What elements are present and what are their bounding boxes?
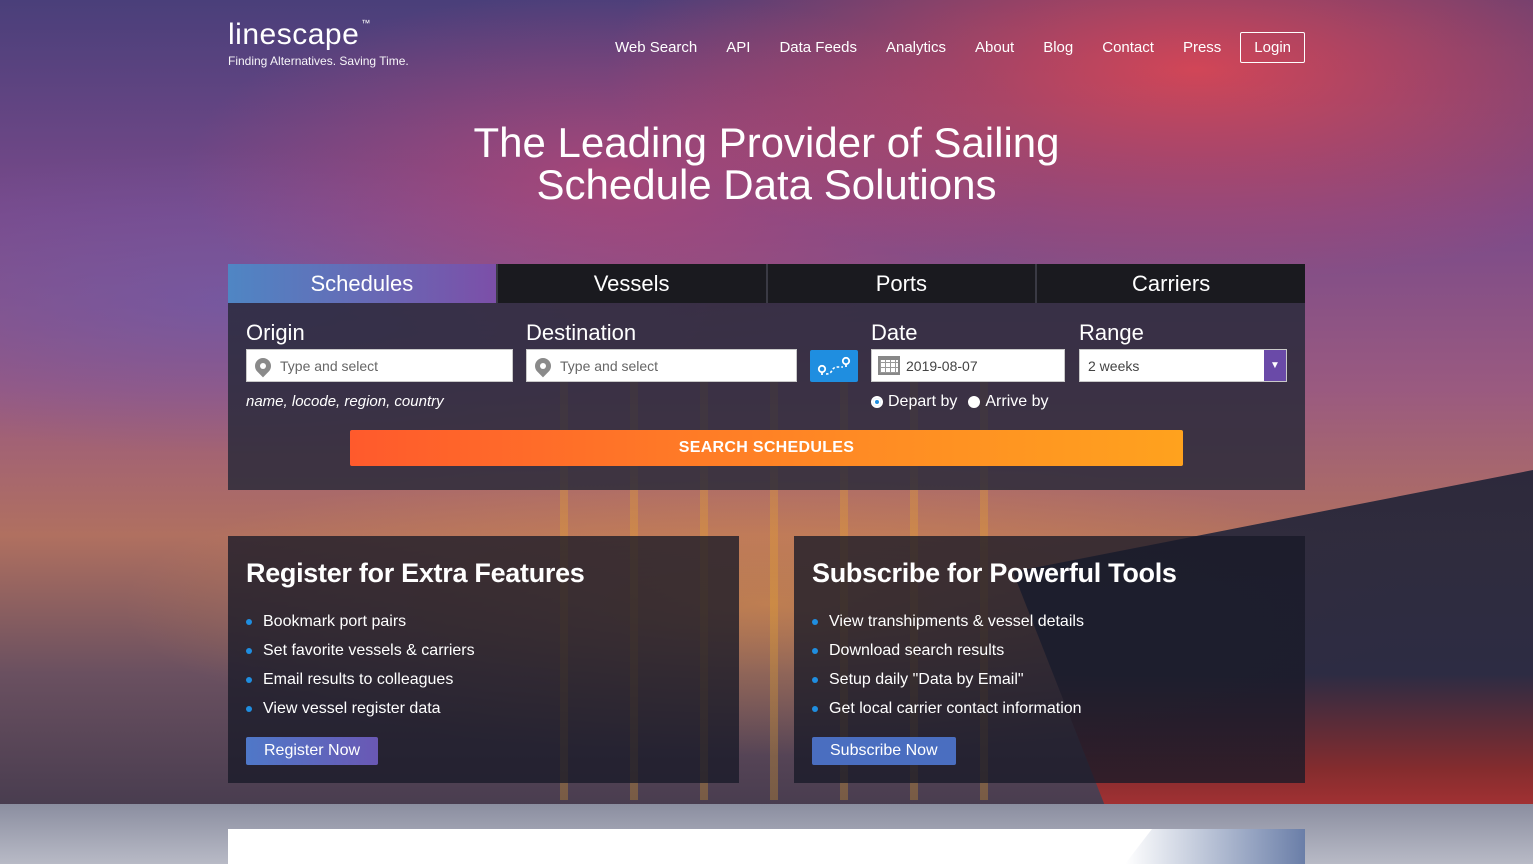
location-pin-icon bbox=[251, 354, 275, 377]
register-feature-list: Bookmark port pairs Set favorite vessels… bbox=[246, 607, 721, 723]
tab-schedules[interactable]: Schedules bbox=[228, 264, 496, 303]
destination-input[interactable]: Type and select bbox=[526, 349, 797, 382]
main-nav: Web Search API Data Feeds Analytics Abou… bbox=[586, 32, 1305, 63]
search-tabs: Schedules Vessels Ports Carriers bbox=[228, 264, 1305, 303]
subscribe-feature-list: View transhipments & vessel details Down… bbox=[812, 607, 1287, 723]
arrive-by-radio[interactable]: Arrive by bbox=[968, 393, 1049, 411]
origin-hint: name, locode, region, country bbox=[246, 393, 444, 410]
list-item: Setup daily "Data by Email" bbox=[812, 665, 1287, 694]
nav-press[interactable]: Press bbox=[1183, 39, 1221, 56]
nav-web-search[interactable]: Web Search bbox=[615, 39, 697, 56]
hero-title-line-1: The Leading Provider of Sailing bbox=[473, 119, 1060, 166]
logo-trademark: ™ bbox=[361, 18, 371, 28]
origin-placeholder: Type and select bbox=[280, 357, 379, 374]
list-item: Set favorite vessels & carriers bbox=[246, 636, 721, 665]
date-mode-radios: Depart by Arrive by bbox=[871, 393, 1060, 411]
login-button[interactable]: Login bbox=[1240, 32, 1305, 63]
radio-unselected-icon bbox=[968, 396, 981, 408]
list-item: Bookmark port pairs bbox=[246, 607, 721, 636]
calendar-icon bbox=[878, 356, 900, 375]
nav-data-feeds[interactable]: Data Feeds bbox=[779, 39, 857, 56]
chevron-down-icon: ▼ bbox=[1264, 350, 1286, 381]
nav-blog[interactable]: Blog bbox=[1043, 39, 1073, 56]
range-label: Range bbox=[1079, 320, 1144, 345]
date-value: 2019-08-07 bbox=[906, 357, 978, 374]
nav-analytics[interactable]: Analytics bbox=[886, 39, 946, 56]
tab-carriers[interactable]: Carriers bbox=[1035, 264, 1305, 303]
hero-title: The Leading Provider of Sailing Schedule… bbox=[0, 122, 1533, 206]
location-pin-icon bbox=[531, 354, 555, 377]
range-value: 2 weeks bbox=[1088, 357, 1140, 374]
schedule-search-form: Origin Type and select name, locode, reg… bbox=[228, 303, 1305, 490]
logo-name: linescape bbox=[228, 18, 360, 51]
destination-label: Destination bbox=[526, 320, 637, 345]
register-title: Register for Extra Features bbox=[246, 558, 585, 588]
register-box: Register for Extra Features Bookmark por… bbox=[228, 536, 739, 783]
subscribe-title: Subscribe for Powerful Tools bbox=[812, 558, 1177, 588]
list-item: View transhipments & vessel details bbox=[812, 607, 1287, 636]
range-select[interactable]: 2 weeks ▼ bbox=[1079, 349, 1287, 382]
origin-input[interactable]: Type and select bbox=[246, 349, 513, 382]
route-icon bbox=[817, 356, 851, 375]
logo-tagline: Finding Alternatives. Saving Time. bbox=[228, 54, 409, 68]
list-item: View vessel register data bbox=[246, 694, 721, 723]
depart-by-label: Depart by bbox=[888, 393, 958, 410]
tab-ports[interactable]: Ports bbox=[765, 264, 1036, 303]
list-item: Get local carrier contact information bbox=[812, 694, 1287, 723]
depart-by-radio[interactable]: Depart by bbox=[871, 393, 957, 411]
search-panel: Schedules Vessels Ports Carriers Origin … bbox=[228, 264, 1305, 490]
origin-label: Origin bbox=[246, 320, 305, 345]
hero-title-line-2: Schedule Data Solutions bbox=[536, 161, 997, 208]
nav-about[interactable]: About bbox=[975, 39, 1014, 56]
search-schedules-button[interactable]: SEARCH SCHEDULES bbox=[350, 430, 1183, 466]
route-swap-button[interactable] bbox=[810, 350, 858, 382]
subscribe-box: Subscribe for Powerful Tools View transh… bbox=[794, 536, 1305, 783]
nav-contact[interactable]: Contact bbox=[1102, 39, 1154, 56]
logo[interactable]: linescape ™ Finding Alternatives. Saving … bbox=[228, 18, 409, 68]
content-section-top bbox=[228, 829, 1305, 864]
list-item: Download search results bbox=[812, 636, 1287, 665]
radio-selected-icon bbox=[871, 396, 883, 408]
destination-placeholder: Type and select bbox=[560, 357, 659, 374]
nav-api[interactable]: API bbox=[726, 39, 750, 56]
subscribe-now-button[interactable]: Subscribe Now bbox=[812, 737, 956, 765]
arrive-by-label: Arrive by bbox=[985, 393, 1049, 410]
register-now-button[interactable]: Register Now bbox=[246, 737, 379, 765]
date-input[interactable]: 2019-08-07 bbox=[871, 349, 1065, 382]
list-item: Email results to colleagues bbox=[246, 665, 721, 694]
date-label: Date bbox=[871, 320, 918, 345]
tab-vessels[interactable]: Vessels bbox=[495, 264, 766, 303]
